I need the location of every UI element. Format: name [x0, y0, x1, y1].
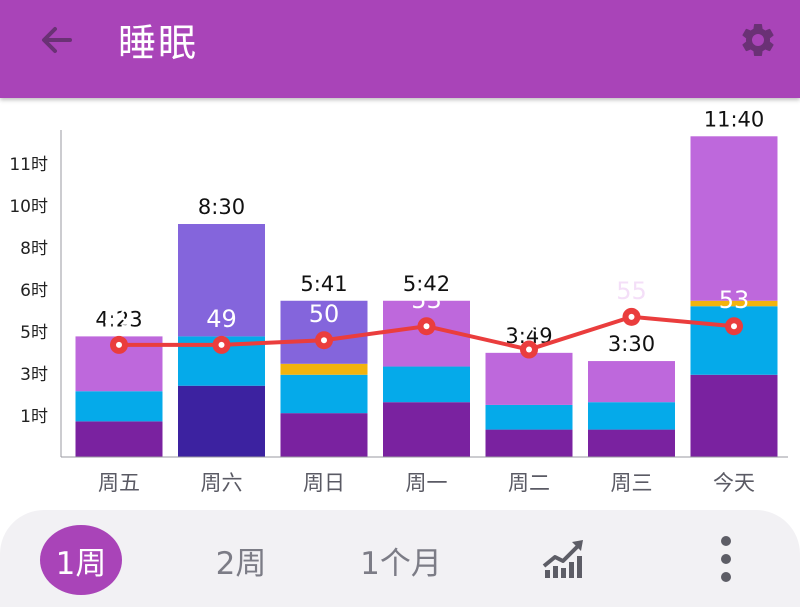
bar-duration-label: 3:30 [608, 332, 655, 356]
bar-segment [690, 374, 778, 457]
tab-label: 1周 [55, 545, 107, 582]
x-tick-label: 今天 [713, 471, 755, 495]
score-label: 50 [309, 300, 340, 328]
sleep-chart: 1时3时5时6时8时10时11时 4:23周五8:30周六5:41周日5:42周… [9, 107, 788, 495]
y-tick-label: 1时 [20, 407, 48, 427]
tab-1-month[interactable]: 1个月 [352, 532, 450, 588]
bar-duration-label: 8:30 [198, 195, 245, 219]
y-tick-label: 11时 [9, 155, 48, 175]
x-tick-label: 周日 [303, 471, 345, 495]
tab-2-weeks[interactable]: 2周 [200, 532, 282, 588]
score-point-center [423, 323, 430, 330]
arrow-left-icon [42, 27, 72, 53]
x-tick-label: 周五 [98, 471, 140, 495]
score-label: 55 [616, 277, 647, 305]
y-tick-label: 5时 [20, 323, 48, 343]
bar-segment [280, 374, 368, 414]
score-point-center [218, 341, 225, 348]
page-title: 睡眠 [118, 21, 199, 65]
back-button[interactable] [30, 18, 82, 62]
x-tick-label: 周三 [611, 471, 653, 495]
score-point-center [628, 313, 635, 320]
bar-segment [383, 366, 470, 403]
bar-segment [75, 421, 163, 457]
y-tick-label: 8时 [20, 239, 48, 259]
score-label: 48 [514, 310, 545, 338]
settings-button[interactable] [734, 16, 782, 64]
bar-duration-label: 5:41 [300, 272, 347, 296]
bar-segment [485, 429, 573, 457]
gear-icon [742, 23, 774, 56]
bar-segment [588, 402, 675, 430]
score-point-center [321, 337, 327, 344]
tab-label: 2周 [215, 545, 267, 582]
score-label: 53 [411, 286, 442, 314]
trend-button[interactable] [540, 536, 588, 580]
x-tick-label: 周二 [508, 471, 550, 495]
score-label: 53 [719, 286, 750, 314]
bar-segment [690, 136, 778, 301]
bar-segment [485, 404, 573, 430]
score-label: 49 [104, 305, 135, 333]
trend-chart-icon [542, 540, 583, 578]
bar-segment [383, 402, 470, 457]
bar-segment [178, 385, 265, 457]
bar-segment [588, 361, 675, 403]
y-tick-label: 6时 [20, 281, 48, 301]
bar-segment [75, 391, 163, 422]
score-point-center [116, 341, 122, 348]
bar-segment [690, 306, 778, 375]
x-tick-label: 周一 [406, 471, 448, 495]
tab-1-week[interactable]: 1周 [40, 525, 122, 595]
score-point-center [731, 323, 737, 330]
bar-duration-label: 11:40 [704, 107, 765, 131]
score-label: 49 [206, 305, 237, 333]
score-point-center [526, 346, 532, 353]
bar-segment [588, 429, 675, 457]
more-button[interactable] [708, 534, 744, 584]
tab-label: 1个月 [360, 545, 442, 582]
y-tick-label: 3时 [20, 365, 48, 385]
app-bar: 睡眠 [0, 0, 800, 98]
more-vertical-icon [721, 536, 731, 582]
bar-segment [280, 413, 368, 457]
x-tick-label: 周六 [201, 471, 243, 495]
bar-segment [485, 352, 573, 405]
y-tick-label: 10时 [9, 197, 48, 217]
bar-segment [280, 363, 368, 375]
